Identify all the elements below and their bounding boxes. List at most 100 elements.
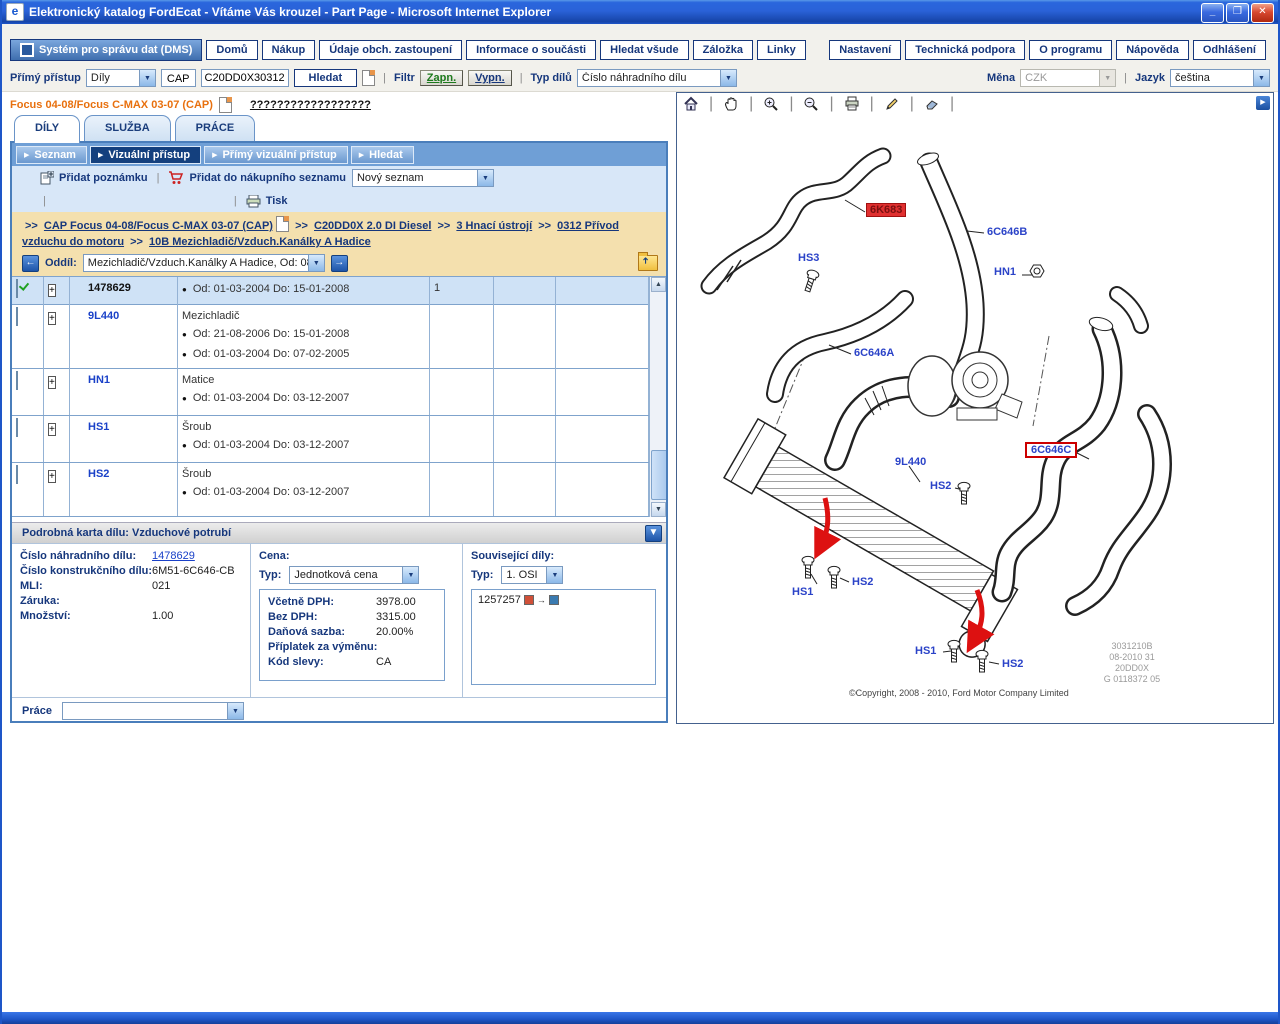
expand-icon[interactable]: + <box>48 284 56 297</box>
scope-select[interactable]: Díly▼ <box>86 69 156 87</box>
part-callout[interactable]: 6C646A <box>854 347 894 359</box>
nav-logout-button[interactable]: Odhlášení <box>1193 40 1266 60</box>
part-number-link[interactable]: 1478629 <box>152 550 195 562</box>
part-number-link[interactable]: HS2 <box>70 463 178 516</box>
language-select[interactable]: čeština▼ <box>1170 69 1270 87</box>
nav-dealer-data-button[interactable]: Údaje obch. zastoupení <box>319 40 462 60</box>
part-callout-highlighted[interactable]: 6K683 <box>866 203 906 217</box>
nav-dms-button[interactable]: Systém pro správu dat (DMS) <box>10 39 202 61</box>
section-select[interactable]: Mezichladič/Vzduch.Kanálky A Hadice, Od:… <box>83 254 325 272</box>
nav-purchase-button[interactable]: Nákup <box>262 40 316 60</box>
pan-hand-icon[interactable] <box>723 96 739 112</box>
tab-dily[interactable]: DÍLY <box>14 115 80 143</box>
subnav-seznam-button[interactable]: ▶Seznam <box>16 146 87 164</box>
minimize-button[interactable]: _ <box>1201 3 1224 23</box>
part-callout[interactable]: HS3 <box>798 252 819 264</box>
expand-icon[interactable]: + <box>48 423 56 436</box>
part-callout[interactable]: HN1 <box>994 266 1016 278</box>
expand-icon[interactable]: + <box>48 376 56 389</box>
row-checkbox[interactable] <box>16 307 18 326</box>
part-callout[interactable]: 9L440 <box>895 456 926 468</box>
part-callout[interactable]: HS2 <box>930 480 951 492</box>
tab-sluzba[interactable]: SLUŽBA <box>84 115 171 141</box>
nav-links-button[interactable]: Linky <box>757 40 806 60</box>
row-checkbox[interactable] <box>16 465 18 484</box>
section-prev-button[interactable]: ← <box>22 255 39 272</box>
copy-page-icon[interactable] <box>362 70 375 86</box>
section-next-button[interactable]: → <box>331 255 348 272</box>
part-callout[interactable]: HS1 <box>915 645 936 657</box>
expand-icon[interactable]: + <box>48 470 56 483</box>
part-callout[interactable]: HS2 <box>1002 658 1023 670</box>
close-button[interactable]: ✕ <box>1251 3 1274 23</box>
part-number-link[interactable]: 9L440 <box>70 305 178 371</box>
related-target-icon[interactable] <box>549 595 559 605</box>
part-callout-boxed[interactable]: 6C646C <box>1025 442 1077 458</box>
zoom-in-icon[interactable] <box>763 96 779 112</box>
part-callout[interactable]: 6C646B <box>987 226 1027 238</box>
restore-button[interactable]: ❐ <box>1226 3 1249 23</box>
related-type-select[interactable]: 1. OSI▼ <box>501 566 563 584</box>
row-checkbox[interactable] <box>16 418 18 437</box>
filter-on-button[interactable]: Zapn. <box>420 70 463 86</box>
currency-select: CZK▼ <box>1020 69 1116 87</box>
print-link[interactable]: Tisk <box>246 195 288 208</box>
detail-collapse-button[interactable]: ▼ <box>645 525 662 542</box>
search-button[interactable]: Hledat <box>294 69 358 87</box>
price-type-select[interactable]: Jednotková cena▼ <box>289 566 419 584</box>
related-source-icon[interactable] <box>524 595 534 605</box>
table-row[interactable]: + HS1 Šroub ●Od: 01-03-2004 Do: 03-12-20… <box>12 416 666 463</box>
pencil-icon[interactable] <box>884 96 900 112</box>
nav-part-info-button[interactable]: Informace o součásti <box>466 40 596 60</box>
part-number[interactable]: 1478629 <box>70 277 178 306</box>
parts-diagram[interactable]: 6K683 HS3 6C646B HN1 6C646A 9L440 HS2 6C… <box>677 114 1273 723</box>
missing-text-placeholder[interactable]: ?????????????????? <box>250 99 371 111</box>
nav-search-all-button[interactable]: Hledat všude <box>600 40 688 60</box>
row-checkbox[interactable] <box>16 371 18 390</box>
nav-bookmark-button[interactable]: Záložka <box>693 40 753 60</box>
subnav-primy-vizualni-pristup-button[interactable]: ▶Přímý vizuální přístup <box>204 146 348 164</box>
nav-settings-button[interactable]: Nastavení <box>829 40 901 60</box>
part-type-select[interactable]: Číslo náhradního dílu▼ <box>577 69 737 87</box>
row-checkbox-checked[interactable] <box>16 279 18 298</box>
nav-home-button[interactable]: Domů <box>206 40 257 60</box>
table-scrollbar[interactable]: ▲ ▼ <box>649 277 666 517</box>
subnav-vizualni-pristup-button[interactable]: ▶Vizuální přístup <box>90 146 201 164</box>
add-to-shopping-list-link[interactable]: Přidat do nákupního seznamu <box>168 171 345 185</box>
subnav-hledat-button[interactable]: ▶Hledat <box>351 146 414 164</box>
print-diagram-icon[interactable] <box>844 96 860 112</box>
related-part-link[interactable]: 1257257 <box>478 594 521 606</box>
breadcrumb-item-section[interactable]: 10B Mezichladič/Vzduch.Kanálky A Hadice <box>149 236 371 248</box>
part-callout[interactable]: HS1 <box>792 586 813 598</box>
add-note-link[interactable]: Přidat poznámku <box>40 171 148 185</box>
tab-prace[interactable]: PRÁCE <box>175 115 256 141</box>
nav-support-button[interactable]: Technická podpora <box>905 40 1025 60</box>
shopping-list-select[interactable]: Nový seznam▼ <box>352 169 494 187</box>
scrollbar-thumb[interactable] <box>651 450 666 500</box>
breadcrumb-item-group[interactable]: 3 Hnací ústrojí <box>456 220 532 232</box>
search-input[interactable] <box>201 69 289 87</box>
home-icon[interactable] <box>683 96 699 112</box>
breadcrumb-item-engine[interactable]: C20DD0X 2.0 DI Diesel <box>314 220 431 232</box>
part-callout[interactable]: HS2 <box>852 576 873 588</box>
table-row[interactable]: + HS2 Šroub ●Od: 01-03-2004 Do: 03-12-20… <box>12 463 666 517</box>
document-icon[interactable] <box>219 97 232 113</box>
filter-off-button[interactable]: Vypn. <box>468 70 512 86</box>
scroll-down-icon[interactable]: ▼ <box>651 502 666 517</box>
folder-up-icon[interactable] <box>638 255 658 271</box>
table-row[interactable]: + HN1 Matice ●Od: 01-03-2004 Do: 03-12-2… <box>12 369 666 416</box>
eraser-icon[interactable] <box>924 96 940 112</box>
scroll-up-icon[interactable]: ▲ <box>651 277 666 292</box>
table-row[interactable]: + 9L440 Mezichladič ●Od: 21-08-2006 Do: … <box>12 305 666 369</box>
document-icon[interactable] <box>276 216 289 232</box>
nav-help-button[interactable]: Nápověda <box>1116 40 1189 60</box>
panel-expand-button[interactable]: ▶ <box>1256 96 1270 110</box>
works-select[interactable]: ▼ <box>62 702 244 720</box>
table-row[interactable]: + 1478629 ●Od: 01-03-2004 Do: 15-01-2008… <box>12 277 666 305</box>
expand-icon[interactable]: + <box>48 312 56 325</box>
breadcrumb-item-cap[interactable]: CAP Focus 04-08/Focus C-MAX 03-07 (CAP) <box>44 220 273 232</box>
nav-about-button[interactable]: O programu <box>1029 40 1112 60</box>
zoom-out-icon[interactable] <box>803 96 819 112</box>
part-number-link[interactable]: HS1 <box>70 416 178 462</box>
part-number-link[interactable]: HN1 <box>70 369 178 415</box>
